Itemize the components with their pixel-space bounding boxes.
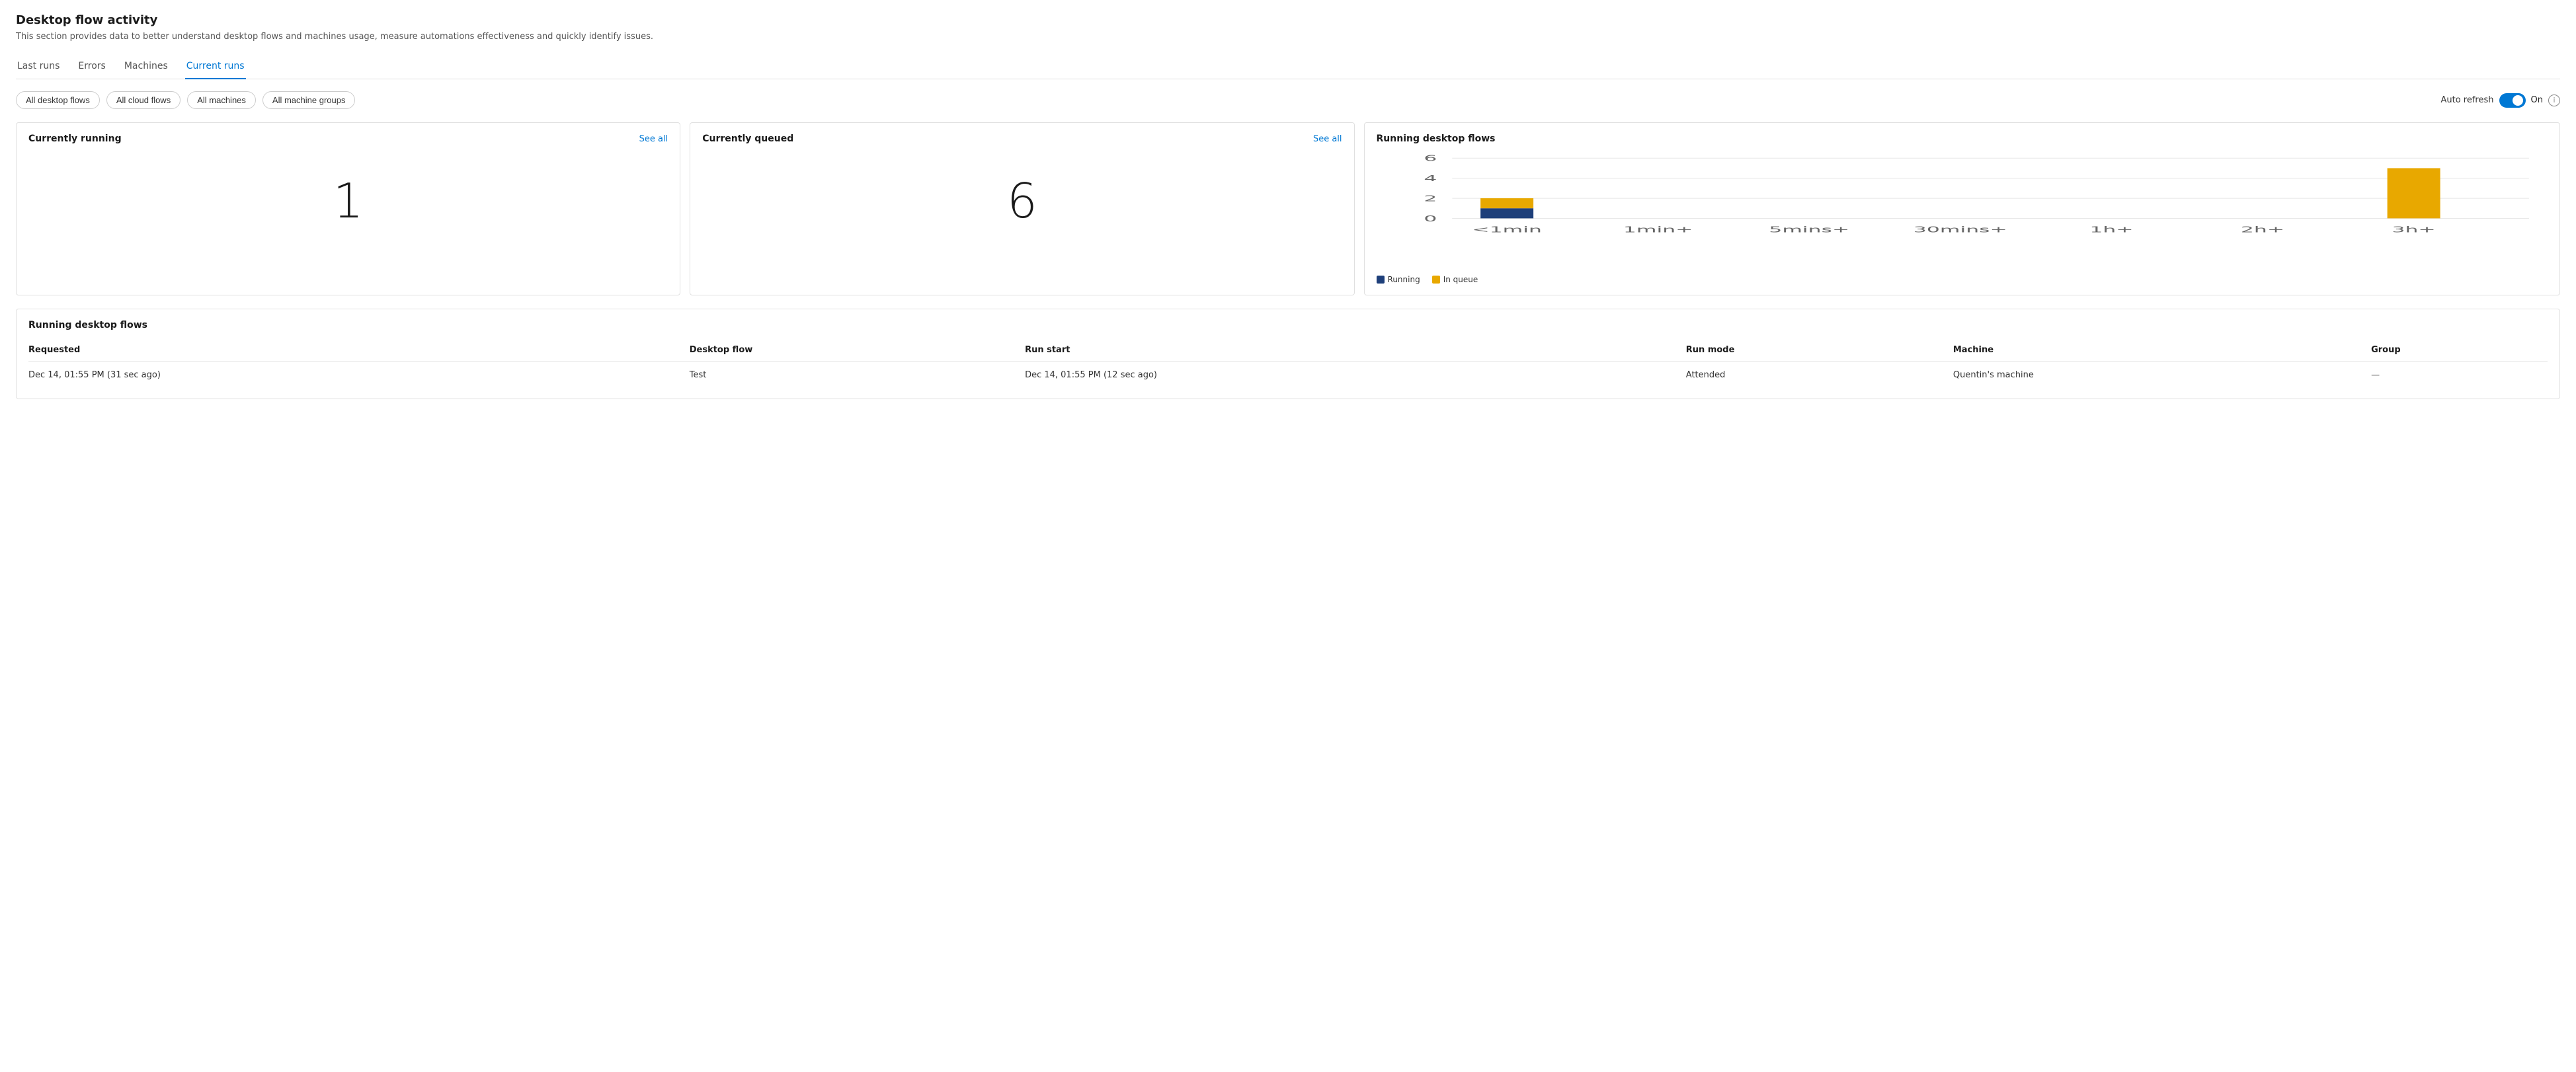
svg-text:2h+: 2h+: [2240, 225, 2284, 235]
cell-group: —: [2371, 362, 2548, 389]
table-body: Dec 14, 01:55 PM (31 sec ago) Test Dec 1…: [28, 362, 2548, 389]
currently-running-see-all[interactable]: See all: [639, 134, 668, 144]
tab-last-runs[interactable]: Last runs: [16, 56, 61, 79]
legend-running: Running: [1377, 275, 1420, 284]
cell-machine: Quentin's machine: [1953, 362, 2371, 389]
col-header-run-start: Run start: [1025, 340, 1686, 362]
auto-refresh-label: Auto refresh: [2440, 95, 2493, 105]
cell-run-start: Dec 14, 01:55 PM (12 sec ago): [1025, 362, 1686, 389]
filter-all-desktop-flows[interactable]: All desktop flows: [16, 91, 100, 109]
svg-text:1min+: 1min+: [1623, 225, 1693, 235]
bar-chart: 0 2 4 6: [1377, 151, 2548, 270]
cell-run-mode: Attended: [1686, 362, 1953, 389]
info-icon[interactable]: i: [2548, 95, 2560, 106]
filter-all-cloud-flows[interactable]: All cloud flows: [106, 91, 181, 109]
svg-text:6: 6: [1424, 154, 1437, 164]
cell-requested: Dec 14, 01:55 PM (31 sec ago): [28, 362, 690, 389]
svg-text:3h+: 3h+: [2392, 225, 2435, 235]
legend-inqueue-dot: [1432, 276, 1440, 284]
cards-row: Currently running See all 1 Currently qu…: [16, 122, 2560, 295]
col-header-desktop-flow: Desktop flow: [690, 340, 1025, 362]
filter-all-machine-groups[interactable]: All machine groups: [262, 91, 356, 109]
chart-area: 0 2 4 6: [1377, 151, 2548, 270]
toggle-state-label: On: [2531, 95, 2543, 105]
svg-text:1h+: 1h+: [2089, 225, 2133, 235]
svg-text:4: 4: [1424, 174, 1437, 184]
svg-text:30mins+: 30mins+: [1913, 225, 2007, 235]
running-flows-table: Requested Desktop flow Run start Run mod…: [28, 340, 2548, 388]
legend-running-dot: [1377, 276, 1385, 284]
bar-3h-inqueue: [2387, 169, 2440, 219]
legend-inqueue-label: In queue: [1443, 275, 1478, 284]
currently-running-card: Currently running See all 1: [16, 122, 680, 295]
chart-title: Running desktop flows: [1377, 134, 1496, 144]
currently-queued-see-all[interactable]: See all: [1313, 134, 1342, 144]
running-desktop-flows-card: Running desktop flows 0 2 4 6: [1364, 122, 2560, 295]
table-head: Requested Desktop flow Run start Run mod…: [28, 340, 2548, 362]
legend-inqueue: In queue: [1432, 275, 1478, 284]
svg-text:0: 0: [1424, 214, 1437, 224]
svg-text:2: 2: [1424, 194, 1437, 204]
page-subtitle: This section provides data to better und…: [16, 31, 2560, 43]
bar-1min-inqueue: [1480, 198, 1533, 208]
col-header-machine: Machine: [1953, 340, 2371, 362]
tab-machines[interactable]: Machines: [123, 56, 169, 79]
currently-running-count: 1: [28, 151, 668, 258]
currently-queued-card: Currently queued See all 6: [690, 122, 1354, 295]
col-header-requested: Requested: [28, 340, 690, 362]
currently-queued-title: Currently queued: [702, 134, 793, 144]
col-header-run-mode: Run mode: [1686, 340, 1953, 362]
auto-refresh-area: Auto refresh On i: [2440, 93, 2560, 108]
bar-1min-running: [1480, 208, 1533, 218]
chart-legend: Running In queue: [1377, 275, 2548, 284]
table-section-title: Running desktop flows: [28, 320, 2548, 330]
currently-queued-count: 6: [702, 151, 1342, 258]
table-header-row: Requested Desktop flow Run start Run mod…: [28, 340, 2548, 362]
tab-current-runs[interactable]: Current runs: [185, 56, 246, 79]
currently-running-title: Currently running: [28, 134, 122, 144]
table-row: Dec 14, 01:55 PM (31 sec ago) Test Dec 1…: [28, 362, 2548, 389]
page-title: Desktop flow activity: [16, 13, 2560, 27]
col-header-group: Group: [2371, 340, 2548, 362]
legend-running-label: Running: [1388, 275, 1420, 284]
filters-row: All desktop flows All cloud flows All ma…: [16, 91, 2560, 109]
tabs-bar: Last runs Errors Machines Current runs: [16, 55, 2560, 79]
svg-text:5mins+: 5mins+: [1769, 225, 1849, 235]
running-flows-table-section: Running desktop flows Requested Desktop …: [16, 309, 2560, 399]
page-container: Desktop flow activity This section provi…: [0, 0, 2576, 1072]
svg-text:<1min: <1min: [1472, 225, 1542, 235]
cell-desktop-flow: Test: [690, 362, 1025, 389]
tab-errors[interactable]: Errors: [77, 56, 106, 79]
auto-refresh-toggle[interactable]: [2499, 93, 2526, 108]
filter-all-machines[interactable]: All machines: [187, 91, 256, 109]
